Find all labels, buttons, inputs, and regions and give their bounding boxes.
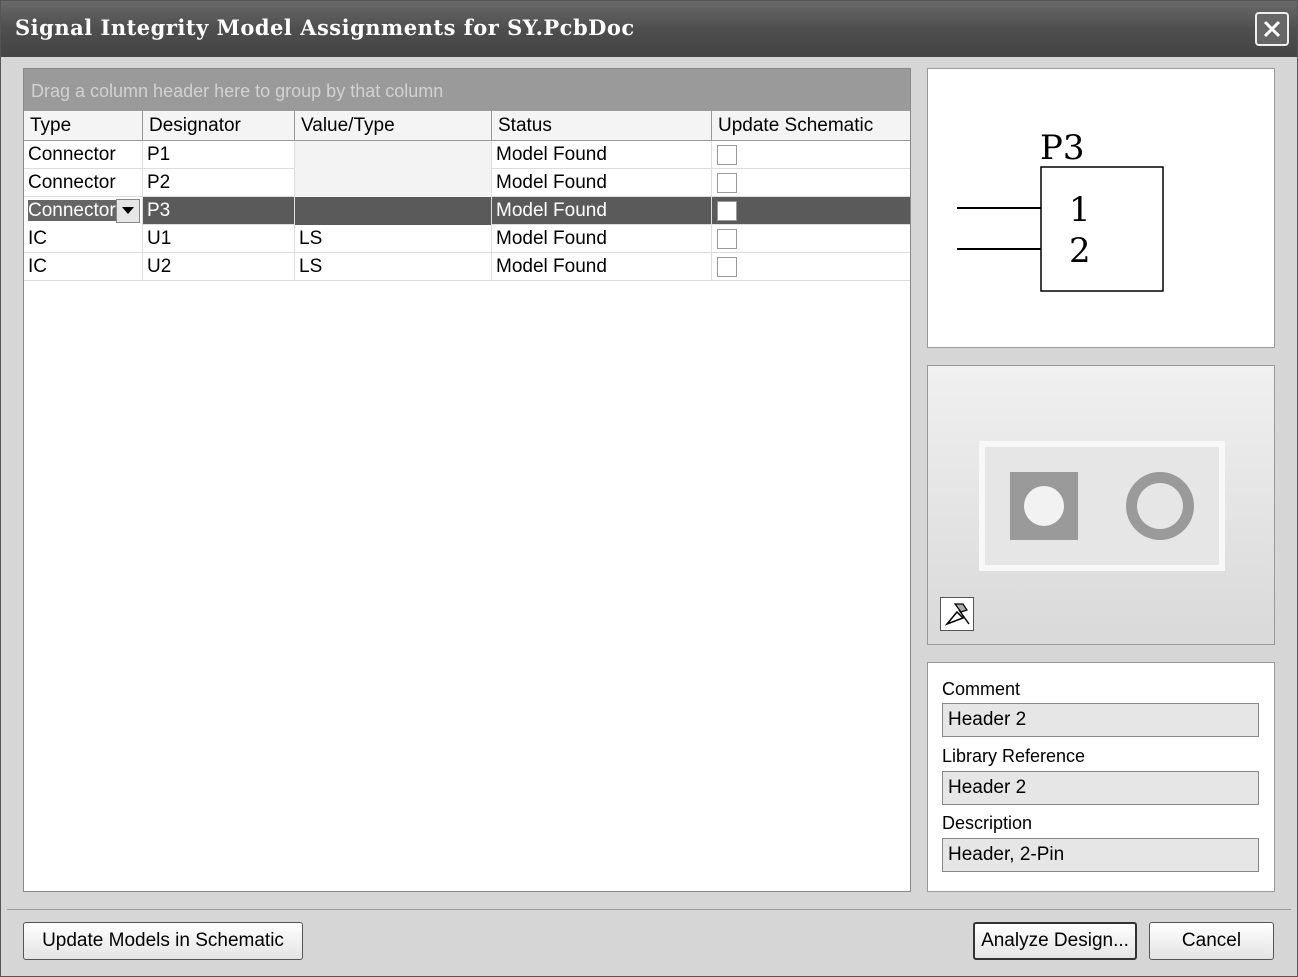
pin-1-label: 1 xyxy=(1069,190,1091,230)
description-field: Header, 2-Pin xyxy=(942,838,1259,872)
cell-value-type[interactable]: LS xyxy=(295,253,492,281)
cell-designator[interactable]: U2 xyxy=(143,253,295,281)
description-label: Description xyxy=(942,813,1033,833)
cell-type[interactable]: IC xyxy=(24,253,143,281)
footprint-graphic xyxy=(979,441,1225,571)
dialog-window: Signal Integrity Model Assignments for S… xyxy=(0,0,1298,977)
cancel-button[interactable]: Cancel xyxy=(1149,922,1274,960)
model-grid: Drag a column header here to group by th… xyxy=(23,68,911,892)
cell-type-editor[interactable]: Connector xyxy=(24,197,143,225)
chevron-down-icon xyxy=(122,207,134,214)
table-row[interactable]: IC U1 LS Model Found xyxy=(24,225,910,253)
symbol-designator: P3 xyxy=(1040,128,1085,168)
cell-type[interactable]: Connector xyxy=(24,169,143,197)
title-bar: Signal Integrity Model Assignments for S… xyxy=(1,1,1297,57)
cell-designator[interactable]: P2 xyxy=(143,169,295,197)
library-reference-label: Library Reference xyxy=(942,746,1086,766)
type-dropdown-button[interactable] xyxy=(116,199,140,223)
column-header-update-schematic[interactable]: Update Schematic xyxy=(712,111,910,141)
schematic-preview: P3 1 2 xyxy=(927,68,1275,348)
update-schematic-checkbox[interactable] xyxy=(717,229,737,249)
cell-value-type[interactable] xyxy=(295,169,492,197)
column-header-type[interactable]: Type xyxy=(24,111,143,141)
cell-designator[interactable]: P1 xyxy=(143,141,295,169)
cell-status: Model Found xyxy=(492,253,712,281)
comment-label: Comment xyxy=(942,679,1021,699)
pin-2-label: 2 xyxy=(1069,231,1091,271)
cell-status: Model Found xyxy=(492,169,712,197)
cell-status: Model Found xyxy=(492,141,712,169)
cell-designator[interactable]: U1 xyxy=(143,225,295,253)
cell-value-type[interactable] xyxy=(295,141,492,169)
table-row-selected[interactable]: Connector P3 Model Found xyxy=(24,197,910,225)
symbol-body xyxy=(1040,166,1164,292)
group-by-bar[interactable]: Drag a column header here to group by th… xyxy=(24,69,910,111)
grid-header-row: Type Designator Value/Type Status Update… xyxy=(24,111,910,141)
close-button[interactable] xyxy=(1255,12,1289,46)
library-reference-field: Header 2 xyxy=(942,771,1259,805)
analyze-design-button[interactable]: Analyze Design... xyxy=(973,922,1137,960)
column-header-designator[interactable]: Designator xyxy=(143,111,295,141)
cell-value-type[interactable]: LS xyxy=(295,225,492,253)
comment-field: Header 2 xyxy=(942,703,1259,737)
table-row[interactable]: IC U2 LS Model Found xyxy=(24,253,910,281)
cell-value-type[interactable] xyxy=(295,197,492,225)
cell-type[interactable]: Connector xyxy=(28,200,116,221)
column-header-status[interactable]: Status xyxy=(492,111,712,141)
update-schematic-checkbox[interactable] xyxy=(717,201,737,221)
table-row[interactable]: Connector P2 Model Found xyxy=(24,169,910,197)
component-tool-button[interactable] xyxy=(940,597,974,631)
footer-separator xyxy=(7,909,1291,910)
table-row[interactable]: Connector P1 Model Found xyxy=(24,141,910,169)
column-header-value-type[interactable]: Value/Type xyxy=(295,111,492,141)
window-title: Signal Integrity Model Assignments for S… xyxy=(15,15,635,40)
component-details: Comment Header 2 Library Reference Heade… xyxy=(927,662,1275,892)
cell-type[interactable]: IC xyxy=(24,225,143,253)
pad-1-hole xyxy=(1024,486,1064,526)
component-tool-icon xyxy=(944,603,970,626)
footprint-preview xyxy=(927,365,1275,645)
update-schematic-checkbox[interactable] xyxy=(717,173,737,193)
update-models-button[interactable]: Update Models in Schematic xyxy=(23,922,303,960)
close-icon xyxy=(1263,20,1281,38)
cell-designator[interactable]: P3 xyxy=(143,197,295,225)
update-schematic-checkbox[interactable] xyxy=(717,257,737,277)
cell-type[interactable]: Connector xyxy=(24,141,143,169)
pad-2-hole xyxy=(1137,483,1183,529)
schematic-symbol: P3 1 2 xyxy=(957,128,1164,292)
cell-status: Model Found xyxy=(492,197,712,225)
update-schematic-checkbox[interactable] xyxy=(717,145,737,165)
cell-status: Model Found xyxy=(492,225,712,253)
